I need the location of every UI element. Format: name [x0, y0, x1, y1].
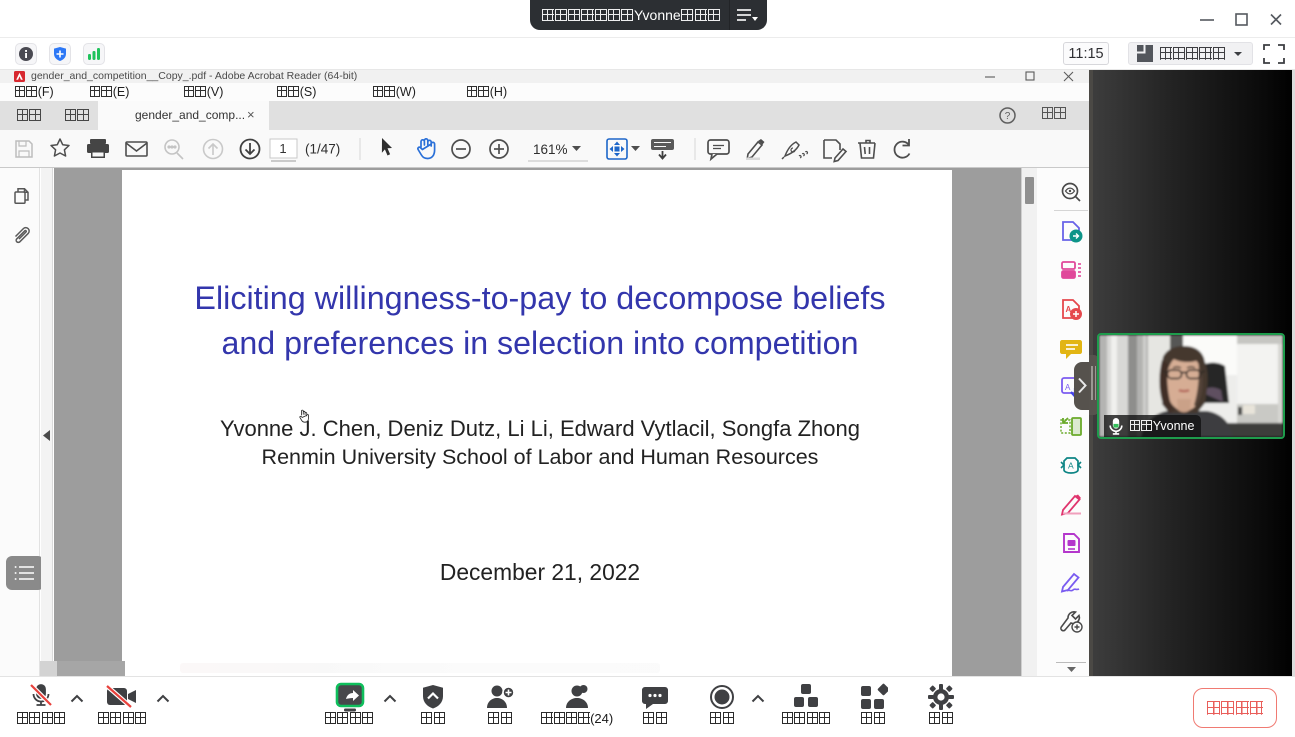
svg-text:161%: 161% — [533, 142, 568, 157]
svg-text:1: 1 — [279, 141, 286, 156]
svg-text:?: ? — [1005, 111, 1011, 122]
svg-text:A: A — [1065, 383, 1071, 392]
svg-text:A: A — [1068, 461, 1074, 471]
svg-text:(1/47): (1/47) — [305, 142, 340, 157]
